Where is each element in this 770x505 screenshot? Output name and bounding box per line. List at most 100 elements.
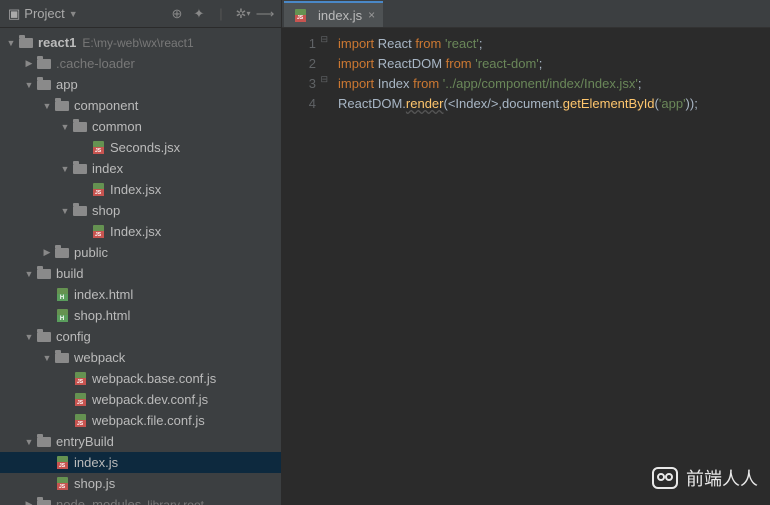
code-line[interactable]: import ReactDOM from 'react-dom'; — [338, 54, 770, 74]
editor-tab[interactable]: index.js × — [284, 1, 383, 27]
folder-icon — [72, 204, 88, 218]
tab-label: index.js — [318, 8, 362, 23]
code-editor[interactable]: ⊟12⊟34 import React from 'react';import … — [282, 28, 770, 505]
tree-row[interactable]: shop.js — [0, 473, 281, 494]
html-file-icon — [54, 288, 70, 302]
tree-row[interactable]: index.html — [0, 284, 281, 305]
tree-label: Index.jsx — [110, 224, 161, 239]
tree-label: config — [56, 329, 91, 344]
hide-icon[interactable]: ⟶ — [257, 6, 273, 22]
tree-row[interactable]: Index.jsx — [0, 179, 281, 200]
chevron-right-icon[interactable]: ▶ — [22, 58, 36, 69]
tree-label: Index.jsx — [110, 182, 161, 197]
line-gutter: ⊟12⊟34 — [282, 28, 330, 505]
tree-label: entryBuild — [56, 434, 114, 449]
code-content[interactable]: import React from 'react';import ReactDO… — [330, 28, 770, 505]
js-file-icon — [292, 8, 308, 22]
tree-row[interactable]: ▼ common — [0, 116, 281, 137]
project-tree[interactable]: ▼ react1 E:\my-web\wx\react1 ▶.cache-loa… — [0, 28, 281, 505]
locate-icon[interactable]: ⊕ — [169, 6, 185, 22]
tree-label: shop — [92, 203, 120, 218]
tree-row[interactable]: Seconds.jsx — [0, 137, 281, 158]
chevron-down-icon[interactable]: ▼ — [22, 332, 36, 342]
code-line[interactable]: import Index from '../app/component/inde… — [338, 74, 770, 94]
code-line[interactable]: import React from 'react'; — [338, 34, 770, 54]
tree-label: index — [92, 161, 123, 176]
tree-label: webpack — [74, 350, 125, 365]
fold-icon[interactable]: ⊟ — [318, 74, 328, 85]
fold-icon[interactable]: ⊟ — [318, 34, 328, 45]
gear-icon[interactable]: ✲▾ — [235, 6, 251, 22]
tree-root[interactable]: ▼ react1 E:\my-web\wx\react1 — [0, 32, 281, 53]
tree-row[interactable]: ▶.cache-loader — [0, 53, 281, 74]
tree-row[interactable]: ▼ config — [0, 326, 281, 347]
sidebar-header: ▣ Project ▼ ⊕ ✦ | ✲▾ ⟶ — [0, 0, 281, 28]
chevron-down-icon[interactable]: ▼ — [58, 206, 72, 216]
js-file-icon — [90, 141, 106, 155]
tree-label: index.js — [74, 455, 118, 470]
chevron-down-icon[interactable]: ▼ — [58, 122, 72, 132]
tree-label: public — [74, 245, 108, 260]
folder-icon — [36, 78, 52, 92]
chevron-down-icon[interactable]: ▼ — [40, 353, 54, 363]
tree-row[interactable]: shop.html — [0, 305, 281, 326]
tree-row[interactable]: Index.jsx — [0, 221, 281, 242]
js-file-icon — [72, 393, 88, 407]
root-path: E:\my-web\wx\react1 — [82, 36, 193, 50]
project-sidebar: ▣ Project ▼ ⊕ ✦ | ✲▾ ⟶ ▼ react1 E:\my-we… — [0, 0, 282, 505]
tree-label: component — [74, 98, 138, 113]
tree-row[interactable]: ▼ component — [0, 95, 281, 116]
js-file-icon — [72, 372, 88, 386]
tree-row[interactable]: ▼ entryBuild — [0, 431, 281, 452]
folder-icon — [36, 498, 52, 505]
html-file-icon — [54, 309, 70, 323]
sidebar-title-text: Project — [24, 6, 64, 21]
folder-icon — [36, 435, 52, 449]
folder-icon — [72, 162, 88, 176]
tree-row[interactable]: ▶ node_modules library root — [0, 494, 281, 505]
editor-tabs: index.js × — [282, 0, 770, 28]
tree-row[interactable]: webpack.base.conf.js — [0, 368, 281, 389]
tree-label: webpack.file.conf.js — [92, 413, 205, 428]
sep: | — [213, 6, 229, 22]
chevron-down-icon[interactable]: ▼ — [40, 101, 54, 111]
collapse-icon[interactable]: ✦ — [191, 6, 207, 22]
tree-row[interactable]: ▼ shop — [0, 200, 281, 221]
folder-icon — [54, 99, 70, 113]
folder-icon — [36, 57, 52, 71]
chevron-down-icon[interactable]: ▼ — [4, 38, 18, 48]
folder-icon — [72, 120, 88, 134]
close-icon[interactable]: × — [368, 8, 375, 22]
tree-row[interactable]: ▼build — [0, 263, 281, 284]
line-number: 3 — [282, 74, 316, 94]
project-icon: ▣ — [8, 6, 20, 22]
chevron-right-icon[interactable]: ▶ — [40, 247, 54, 258]
folder-icon — [18, 36, 34, 50]
tree-extra: library root — [147, 498, 204, 505]
tree-label: common — [92, 119, 142, 134]
tree-row[interactable]: webpack.file.conf.js — [0, 410, 281, 431]
tree-row[interactable]: ▼app — [0, 74, 281, 95]
tree-row[interactable]: index.js — [0, 452, 281, 473]
folder-icon — [36, 267, 52, 281]
chevron-down-icon[interactable]: ▼ — [58, 164, 72, 174]
folder-icon — [54, 246, 70, 260]
chevron-down-icon[interactable]: ▼ — [22, 80, 36, 90]
line-number: 2 — [282, 54, 316, 74]
sidebar-title[interactable]: ▣ Project ▼ — [8, 6, 78, 22]
tree-row[interactable]: ▼ webpack — [0, 347, 281, 368]
tree-row[interactable]: webpack.dev.conf.js — [0, 389, 281, 410]
tree-label: node_modules — [56, 497, 141, 505]
tree-label: shop.html — [74, 308, 130, 323]
chevron-down-icon[interactable]: ▼ — [22, 269, 36, 279]
tree-label: shop.js — [74, 476, 115, 491]
tree-row[interactable]: ▶ public — [0, 242, 281, 263]
tree-row[interactable]: ▼ index — [0, 158, 281, 179]
chevron-down-icon[interactable]: ▼ — [22, 437, 36, 447]
line-number: 4 — [282, 94, 316, 114]
tree-label: webpack.dev.conf.js — [92, 392, 208, 407]
folder-icon — [54, 351, 70, 365]
folder-icon — [36, 330, 52, 344]
code-line[interactable]: ReactDOM.render(<Index/>,document.getEle… — [338, 94, 770, 114]
chevron-right-icon[interactable]: ▶ — [22, 499, 36, 505]
